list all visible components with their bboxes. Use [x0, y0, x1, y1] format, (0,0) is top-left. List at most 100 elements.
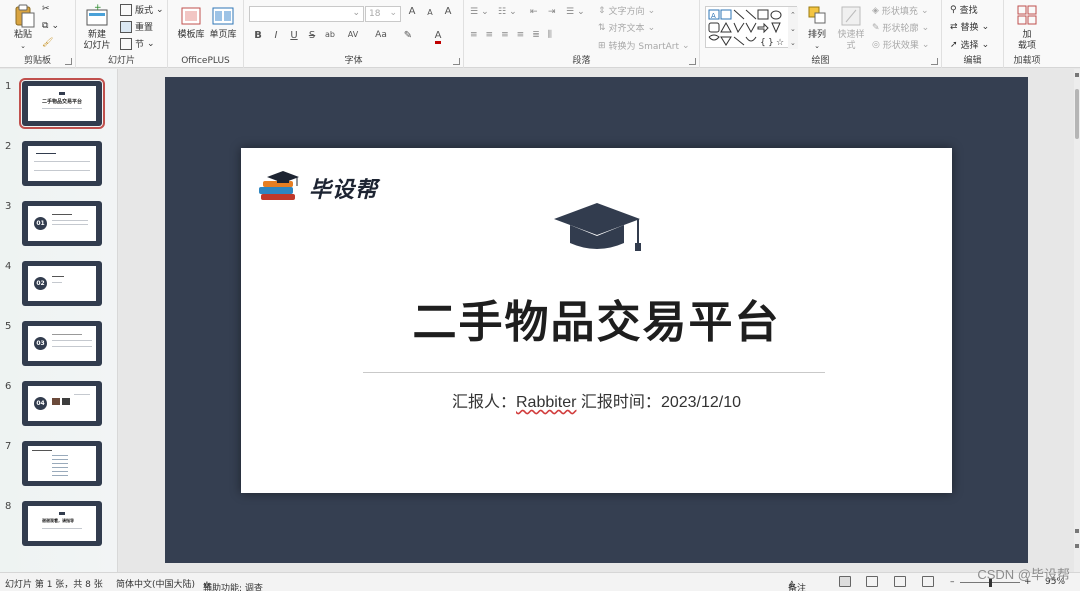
thumbnail-line	[34, 170, 90, 171]
svg-text:☆: ☆	[776, 38, 784, 48]
svg-text:+: +	[94, 4, 102, 13]
font-color-icon: A	[434, 30, 442, 44]
slide-background[interactable]: 毕设帮 二手物品交易平台 汇报人：Rabbiter 汇报时间：2023/12/1…	[165, 77, 1028, 563]
reading-view-icon[interactable]	[894, 576, 906, 587]
drawing-group: A {} ☆ ⌃ ⌄ ⌄ 排列 ⌄ 快速样式 ◈ 形状填充 ⌄ ✎ 形状轮廓 ⌄…	[700, 0, 942, 68]
smartart-button[interactable]: ⊞ 转换为 SmartArt ⌄	[598, 39, 690, 53]
reset-button[interactable]: 重置	[120, 20, 153, 33]
paragraph-group: ☰ ⌄ ☷ ⌄ ⇤ ⇥ ☰ ⌄ ⇕ 文字方向 ⌄ ⇅ 对齐文本 ⌄ ⊞ 转换为 SmartArt…	[464, 0, 700, 68]
shapes-gallery[interactable]: A {} ☆ ⌃ ⌄ ⌄	[705, 6, 798, 49]
arrange-icon	[804, 4, 830, 28]
thumbnail-canvas: 02	[28, 266, 96, 301]
format-painter-button[interactable]: 🖌	[42, 38, 53, 48]
bullets-button[interactable]: ☰ ⌄	[470, 7, 489, 17]
shrink-font-button[interactable]: A	[422, 8, 438, 17]
ribbon: 粘贴 ⌄ ✂ ⧉ ⌄ 🖌 剪贴板 + 新建 幻灯片 版式 ⌄ 重置 节 ⌄ 幻灯片	[0, 0, 1080, 68]
quick-styles-icon	[838, 4, 864, 28]
italic-button[interactable]: I	[268, 30, 284, 41]
thumbnail-slide-2[interactable]	[22, 141, 102, 186]
copy-button[interactable]: ⧉ ⌄	[42, 21, 59, 31]
align-text-button[interactable]: ⇅ 对齐文本 ⌄	[598, 21, 655, 35]
slide-sorter-icon[interactable]	[866, 576, 878, 587]
font-name-select[interactable]: ⌄	[249, 6, 364, 22]
scroll-up-arrow-icon[interactable]	[1075, 73, 1079, 77]
slideshow-icon[interactable]	[922, 576, 934, 587]
thumbnail-line	[52, 276, 64, 277]
font-color-button[interactable]: A	[430, 30, 446, 44]
strikethrough-button[interactable]: S	[304, 30, 320, 41]
clipboard-launcher[interactable]	[65, 58, 72, 65]
svg-text:⌄: ⌄	[790, 25, 796, 33]
underline-button[interactable]: U	[286, 30, 302, 41]
layout-button[interactable]: 版式 ⌄	[120, 3, 164, 16]
highlight-button[interactable]: ✎	[400, 30, 416, 41]
slide-content-card[interactable]: 毕设帮 二手物品交易平台 汇报人：Rabbiter 汇报时间：2023/12/1…	[241, 148, 952, 493]
select-button[interactable]: ➚ 选择 ⌄	[950, 38, 989, 52]
grow-font-button[interactable]: A	[404, 6, 420, 17]
prev-slide-icon[interactable]	[1075, 529, 1079, 533]
thumbnail-number: 2	[5, 141, 12, 152]
numbered-list-icon: ☷	[498, 7, 507, 17]
template-library-button[interactable]: 模板库	[176, 4, 206, 41]
thumbnail-slide-3[interactable]: 01	[22, 201, 102, 246]
addins-icon	[1014, 4, 1040, 28]
svg-text:{: {	[760, 38, 766, 48]
replace-button[interactable]: ⇄ 替换 ⌄	[950, 20, 989, 34]
cursor-icon: ➚	[950, 39, 958, 50]
font-size-select[interactable]: 18 ⌄	[365, 6, 401, 22]
drawing-group-label: 绘图	[811, 56, 830, 66]
decrease-indent-button[interactable]: ⇤	[530, 7, 538, 17]
shape-effects-button[interactable]: ◎ 形状效果 ⌄	[872, 38, 929, 52]
align-left-icon[interactable]: ≡	[470, 30, 478, 40]
thumbnail-slide-7[interactable]	[22, 441, 102, 486]
thumbnail-slide-5[interactable]: 03	[22, 321, 102, 366]
paragraph-launcher[interactable]	[689, 58, 696, 65]
align-right-icon[interactable]: ≡	[501, 30, 509, 40]
line-spacing-icon: ☰	[566, 7, 575, 17]
normal-view-icon[interactable]	[839, 576, 851, 587]
slides-group: + 新建 幻灯片 版式 ⌄ 重置 节 ⌄ 幻灯片	[76, 0, 168, 68]
quick-styles-button[interactable]: 快速样式	[834, 4, 868, 52]
zoom-out-button[interactable]: –	[950, 577, 955, 587]
align-text-icon: ⇅	[598, 22, 606, 33]
find-button[interactable]: ⚲ 查找	[950, 3, 978, 17]
language-indicator[interactable]: 简体中文(中国大陆)	[116, 577, 195, 590]
increase-indent-button[interactable]: ⇥	[548, 7, 556, 17]
shadow-button[interactable]: ab	[322, 30, 338, 39]
bold-button[interactable]: B	[250, 30, 266, 41]
slide-title[interactable]: 二手物品交易平台	[241, 286, 952, 350]
cut-button[interactable]: ✂	[42, 4, 50, 14]
vertical-scrollbar[interactable]	[1074, 69, 1080, 572]
section-number-badge: 02	[34, 277, 47, 290]
addins-button[interactable]: 加 载项	[1012, 4, 1042, 52]
numbering-button[interactable]: ☷ ⌄	[498, 7, 517, 17]
line-spacing-button[interactable]: ☰ ⌄	[566, 7, 585, 17]
slide-subtitle[interactable]: 汇报人：Rabbiter 汇报时间：2023/12/10	[241, 388, 952, 412]
new-slide-button[interactable]: + 新建 幻灯片	[80, 3, 114, 52]
justify-icon[interactable]: ≡	[517, 30, 525, 40]
report-date: 2023/12/10	[660, 394, 742, 411]
thumbnail-slide-6[interactable]: 04	[22, 381, 102, 426]
clear-format-button[interactable]: A	[440, 6, 456, 17]
font-launcher[interactable]	[453, 58, 460, 65]
change-case-button[interactable]: Aa	[370, 30, 392, 40]
thumbnail-slide-4[interactable]: 02	[22, 261, 102, 306]
align-center-icon[interactable]: ≡	[486, 30, 494, 40]
next-slide-icon[interactable]	[1075, 544, 1079, 548]
drawing-launcher[interactable]	[931, 58, 938, 65]
columns-icon[interactable]: ⫼	[548, 30, 552, 40]
scrollbar-thumb[interactable]	[1075, 89, 1079, 139]
paste-button[interactable]: 粘贴 ⌄	[8, 4, 38, 52]
thumbnail-slide-8[interactable]: 谢谢观看，请指导	[22, 501, 102, 546]
shape-outline-button[interactable]: ✎ 形状轮廓 ⌄	[872, 21, 929, 35]
shape-fill-button[interactable]: ◈ 形状填充 ⌄	[872, 4, 928, 18]
char-spacing-button[interactable]: AV	[342, 30, 364, 39]
single-page-library-button[interactable]: 单页库	[208, 4, 238, 41]
logo-text: 毕设帮	[309, 178, 379, 203]
distributed-icon[interactable]: ≣	[532, 30, 540, 40]
text-direction-button[interactable]: ⇕ 文字方向 ⌄	[598, 4, 655, 18]
section-button[interactable]: 节 ⌄	[120, 37, 155, 50]
addins-group: 加 载项 加载项	[1004, 0, 1080, 68]
thumbnail-slide-1[interactable]: 二手物品交易平台	[19, 78, 105, 129]
arrange-button[interactable]: 排列 ⌄	[802, 4, 832, 52]
